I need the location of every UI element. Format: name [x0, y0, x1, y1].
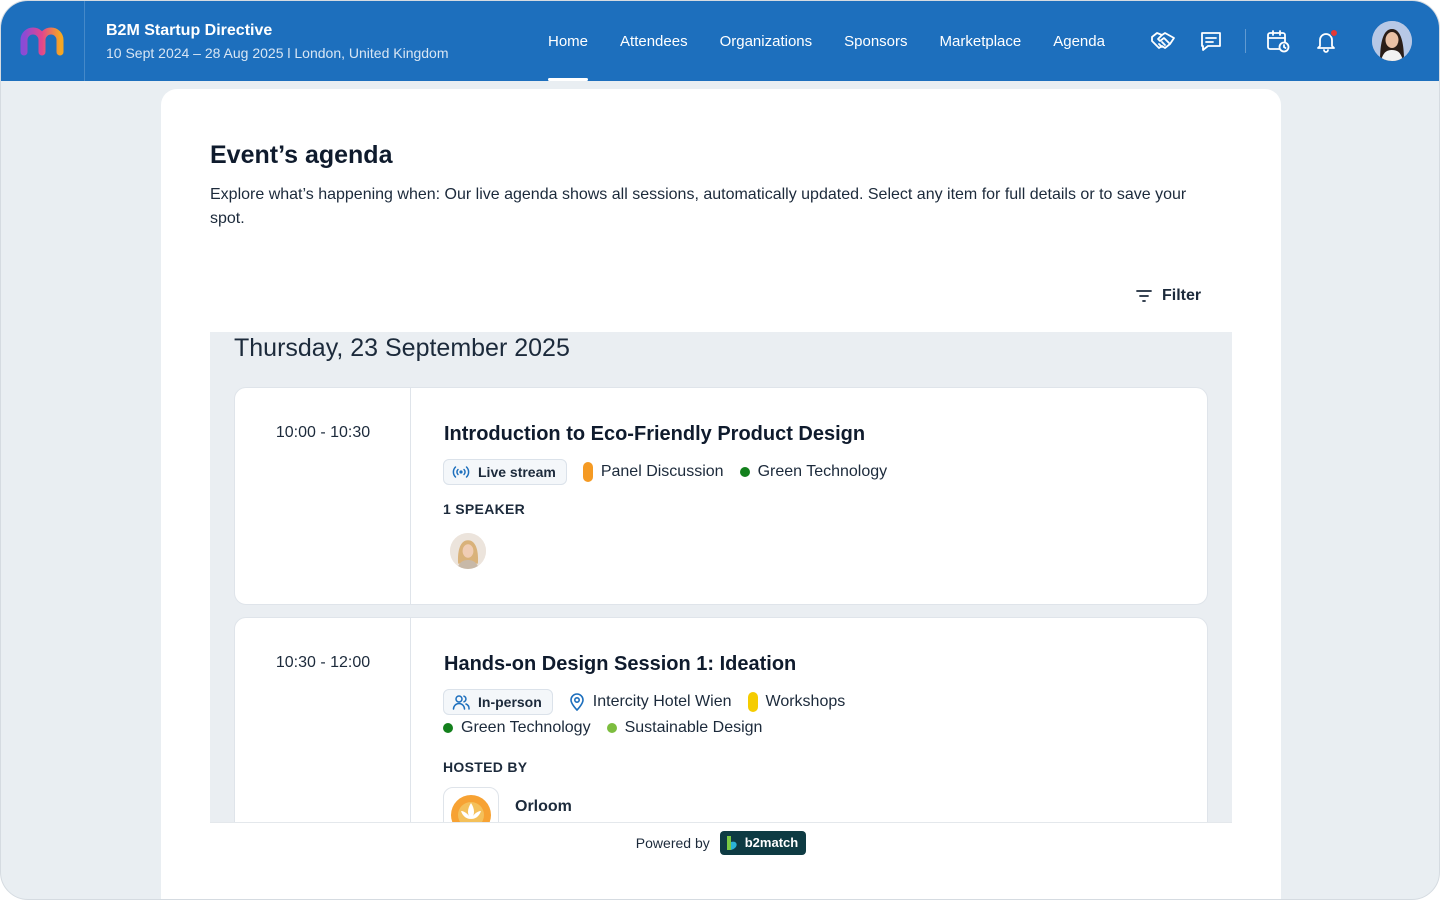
- people-icon: [452, 695, 470, 710]
- topic-tag: Sustainable Design: [606, 719, 763, 737]
- session-time: 10:00 - 10:30: [275, 424, 371, 441]
- page-title: Event’s agenda: [210, 141, 393, 169]
- page-description: Explore what’s happening when: Our live …: [210, 186, 1187, 227]
- session-type-color: [582, 462, 593, 482]
- hosted-by-label: HOSTED BY: [443, 759, 528, 775]
- location-label: Intercity Hotel Wien: [592, 693, 732, 710]
- session-tags: Live stream Panel Discussion Green Techn…: [443, 459, 903, 485]
- b2match-logo-icon: [726, 835, 737, 850]
- main-nav: Home Attendees Organizations Sponsors Ma…: [532, 1, 1121, 81]
- user-avatar[interactable]: [1372, 21, 1412, 61]
- session-tags: In-person Intercity Hotel Wien Workshops: [443, 689, 861, 715]
- agenda-list[interactable]: Thursday, 23 September 2025 10:00 - 10:3…: [210, 332, 1232, 822]
- app-logo[interactable]: [1, 1, 85, 81]
- session-time-column: 10:30 - 12:00: [235, 618, 411, 822]
- filter-icon: [1136, 290, 1152, 302]
- speaker-avatar[interactable]: [448, 531, 488, 571]
- topic-tag: Green Technology: [739, 463, 888, 481]
- topic-dot: [606, 723, 617, 733]
- session-time-column: 10:00 - 10:30: [235, 388, 411, 604]
- event-title: B2M Startup Directive: [106, 21, 273, 39]
- app-window: B2M Startup Directive 10 Sept 2024 – 28 …: [0, 0, 1440, 900]
- session-type-tag: Panel Discussion: [582, 462, 724, 482]
- speaker-photo: [450, 533, 486, 569]
- header-divider: [1245, 29, 1246, 53]
- calendar-clock-icon[interactable]: [1262, 25, 1294, 57]
- nav-home[interactable]: Home: [532, 1, 604, 81]
- session-topics: Green Technology Sustainable Design: [443, 719, 778, 737]
- top-navigation-bar: B2M Startup Directive 10 Sept 2024 – 28 …: [1, 1, 1439, 81]
- speakers-label: 1 SPEAKER: [443, 501, 526, 517]
- in-person-badge: In-person: [443, 689, 553, 715]
- bell-icon[interactable]: [1310, 25, 1342, 57]
- session-time: 10:30 - 12:00: [275, 654, 371, 671]
- in-person-label: In-person: [478, 694, 542, 710]
- nav-sponsors[interactable]: Sponsors: [828, 1, 923, 81]
- session-card[interactable]: 10:30 - 12:00 Hands-on Design Session 1:…: [234, 617, 1208, 822]
- powered-by-label: Powered by: [635, 834, 710, 851]
- nav-organizations[interactable]: Organizations: [704, 1, 829, 81]
- event-dates-location: 10 Sept 2024 – 28 Aug 2025 l London, Uni…: [106, 44, 449, 61]
- agenda-card: Event’s agenda Explore what’s happening …: [161, 89, 1281, 899]
- broadcast-icon: [452, 466, 470, 478]
- topic-label: Green Technology: [461, 719, 591, 736]
- orloom-logo-icon: [451, 795, 491, 822]
- user-avatar-image: [1372, 21, 1412, 61]
- session-type-label: Panel Discussion: [600, 463, 724, 480]
- livestream-badge: Live stream: [443, 459, 567, 485]
- location-pin-icon: [569, 693, 584, 711]
- host-name[interactable]: Orloom: [515, 798, 572, 816]
- session-title[interactable]: Hands-on Design Session 1: Ideation: [444, 653, 796, 676]
- b2match-label: b2match: [744, 835, 799, 850]
- event-info: B2M Startup Directive 10 Sept 2024 – 28 …: [85, 22, 505, 61]
- topic-dot: [443, 723, 453, 733]
- nav-marketplace[interactable]: Marketplace: [924, 1, 1038, 81]
- notification-dot: [1330, 29, 1338, 37]
- location-tag: Intercity Hotel Wien: [569, 693, 732, 711]
- day-heading: Thursday, 23 September 2025: [234, 334, 570, 362]
- session-type-label: Workshops: [765, 693, 846, 710]
- session-type-tag: Workshops: [747, 692, 846, 712]
- session-type-color: [747, 692, 758, 712]
- topic-label: Sustainable Design: [624, 719, 763, 736]
- chat-icon[interactable]: [1195, 25, 1227, 57]
- filter-button[interactable]: Filter: [1136, 287, 1201, 305]
- header-actions: [1147, 1, 1412, 81]
- b2match-badge[interactable]: b2match: [719, 830, 807, 855]
- nav-attendees[interactable]: Attendees: [604, 1, 704, 81]
- topic-label: Green Technology: [757, 463, 888, 480]
- topic-dot: [739, 467, 750, 477]
- session-title[interactable]: Introduction to Eco-Friendly Product Des…: [444, 423, 865, 446]
- livestream-label: Live stream: [478, 464, 556, 480]
- handshake-icon[interactable]: [1147, 25, 1179, 57]
- nav-agenda[interactable]: Agenda: [1037, 1, 1121, 81]
- topic-tag: Green Technology: [443, 719, 591, 737]
- m-logo-icon: [20, 27, 63, 56]
- host-logo[interactable]: [443, 787, 499, 822]
- footer: Powered by b2match: [210, 822, 1232, 862]
- filter-label: Filter: [1162, 287, 1202, 304]
- session-card[interactable]: 10:00 - 10:30 Introduction to Eco-Friend…: [234, 387, 1208, 605]
